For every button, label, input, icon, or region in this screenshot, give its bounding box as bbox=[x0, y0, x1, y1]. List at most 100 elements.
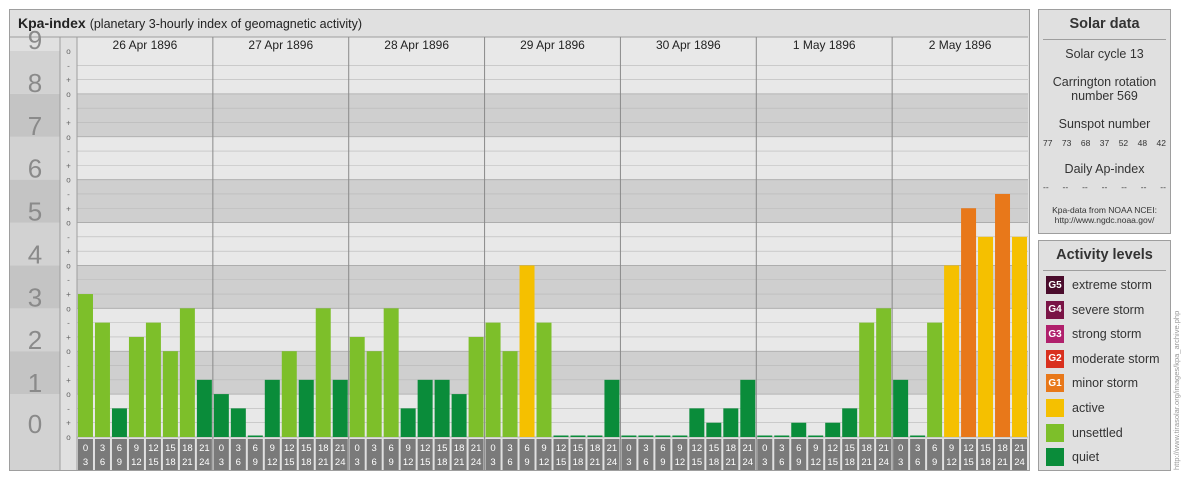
third-mark: + bbox=[66, 419, 71, 428]
interval-start-label: 3 bbox=[915, 443, 920, 454]
legend-item: G5 extreme storm bbox=[1046, 275, 1152, 295]
interval-end-label: 6 bbox=[779, 457, 784, 468]
interval-end-label: 18 bbox=[437, 457, 448, 468]
interval-end-label: 18 bbox=[165, 457, 176, 468]
interval-end-label: 12 bbox=[675, 457, 686, 468]
interval-end-label: 21 bbox=[318, 457, 329, 468]
interval-start-label: 6 bbox=[796, 443, 801, 454]
kp-bar bbox=[366, 351, 382, 437]
interval-end-label: 12 bbox=[946, 457, 957, 468]
interval-start-label: 3 bbox=[507, 443, 512, 454]
interval-end-label: 24 bbox=[199, 457, 210, 468]
interval-start-label: 15 bbox=[980, 443, 991, 454]
interval-start-label: 6 bbox=[524, 443, 529, 454]
third-mark: o bbox=[66, 261, 71, 270]
interval-start-label: 0 bbox=[83, 443, 88, 454]
interval-start-label: 18 bbox=[318, 443, 329, 454]
interval-start-label: 21 bbox=[335, 443, 346, 454]
interval-end-label: 24 bbox=[1014, 457, 1025, 468]
y-tick-label: 5 bbox=[28, 197, 42, 227]
interval-start-label: 15 bbox=[437, 443, 448, 454]
kp-bar bbox=[757, 435, 773, 437]
interval-start-label: 6 bbox=[253, 443, 258, 454]
plot-band bbox=[77, 265, 1028, 309]
interval-end-label: 6 bbox=[236, 457, 241, 468]
legend-label: minor storm bbox=[1072, 376, 1138, 391]
watermark-url: http://www.tirasolar.org/images/kpa_arch… bbox=[1172, 310, 1181, 470]
interval-end-label: 3 bbox=[219, 457, 224, 468]
legend-swatch bbox=[1046, 423, 1064, 442]
interval-end-label: 15 bbox=[692, 457, 703, 468]
sunspot-label: Sunspot number bbox=[1058, 117, 1151, 131]
legend-swatch: G3 bbox=[1046, 325, 1064, 344]
interval-start-label: 21 bbox=[878, 443, 889, 454]
interval-start-label: 15 bbox=[844, 443, 855, 454]
kp-bar bbox=[536, 322, 552, 437]
day-label: 30 Apr 1896 bbox=[656, 38, 721, 52]
interval-end-label: 6 bbox=[100, 457, 105, 468]
kp-bar bbox=[1012, 236, 1027, 437]
interval-start-label: 0 bbox=[626, 443, 631, 454]
y-tick-label: 8 bbox=[28, 68, 42, 98]
kp-bar bbox=[502, 351, 518, 437]
kp-bar bbox=[315, 308, 331, 437]
kp-bar bbox=[78, 294, 93, 437]
y-tick-label: 9 bbox=[28, 25, 42, 55]
kp-bar bbox=[349, 336, 365, 437]
plot-band bbox=[77, 51, 1028, 94]
interval-end-label: 12 bbox=[131, 457, 142, 468]
interval-start-label: 15 bbox=[709, 443, 720, 454]
third-mark: + bbox=[66, 204, 71, 213]
interval-start-label: 15 bbox=[301, 443, 312, 454]
interval-end-label: 15 bbox=[284, 457, 295, 468]
kp-bar bbox=[213, 394, 229, 437]
legend-label: moderate storm bbox=[1072, 351, 1160, 366]
interval-start-label: 0 bbox=[355, 443, 360, 454]
interval-end-label: 3 bbox=[626, 457, 631, 468]
kp-bar bbox=[400, 408, 416, 437]
legend-item: quiet bbox=[1046, 447, 1099, 467]
sunspot-values: 77 73 68 37 52 48 42 bbox=[1043, 138, 1166, 148]
kp-bar bbox=[94, 322, 110, 437]
third-mark: + bbox=[66, 76, 71, 85]
kp-bar bbox=[485, 322, 501, 437]
interval-start-label: 18 bbox=[590, 443, 601, 454]
interval-end-label: 24 bbox=[878, 457, 889, 468]
interval-end-label: 21 bbox=[726, 457, 737, 468]
interval-start-label: 3 bbox=[372, 443, 377, 454]
legend-label: extreme storm bbox=[1072, 278, 1152, 292]
kp-bar bbox=[230, 408, 246, 437]
kp-bar bbox=[927, 322, 943, 437]
kp-bar bbox=[298, 379, 314, 437]
solar-data-title: Solar data bbox=[1069, 16, 1140, 32]
interval-start-label: 12 bbox=[148, 443, 159, 454]
kp-bar bbox=[978, 236, 994, 437]
interval-end-label: 3 bbox=[83, 457, 88, 468]
kp-bar bbox=[587, 435, 603, 437]
interval-start-label: 9 bbox=[677, 443, 682, 454]
third-mark: o bbox=[66, 90, 71, 99]
day-label: 1 May 1896 bbox=[793, 38, 856, 52]
source-link[interactable]: http://www.ngdc.noaa.gov/ bbox=[1039, 215, 1170, 225]
legend-label: strong storm bbox=[1072, 327, 1142, 342]
third-mark: - bbox=[67, 61, 70, 70]
activity-levels-panel: Activity levels G5 extreme storm G4 severe … bbox=[1038, 240, 1171, 471]
legend-item: G1 minor storm bbox=[1046, 373, 1138, 393]
kp-bar bbox=[808, 435, 824, 437]
kp-bar bbox=[876, 308, 892, 437]
interval-end-label: 9 bbox=[796, 457, 801, 468]
interval-end-label: 21 bbox=[861, 457, 872, 468]
interval-start-label: 9 bbox=[134, 443, 139, 454]
legend-item: unsettled bbox=[1046, 423, 1123, 443]
kp-bar bbox=[655, 435, 671, 437]
y-tick-label: 3 bbox=[28, 282, 42, 312]
interval-start-label: 18 bbox=[454, 443, 465, 454]
kp-bar bbox=[995, 193, 1011, 437]
interval-start-label: 6 bbox=[660, 443, 665, 454]
legend-swatch: G2 bbox=[1046, 349, 1064, 368]
interval-end-label: 6 bbox=[507, 457, 512, 468]
kp-bar bbox=[196, 379, 212, 437]
legend-swatch bbox=[1046, 399, 1064, 417]
kp-bar bbox=[332, 379, 348, 437]
carrington-line-1: Carrington rotation bbox=[1052, 75, 1157, 89]
